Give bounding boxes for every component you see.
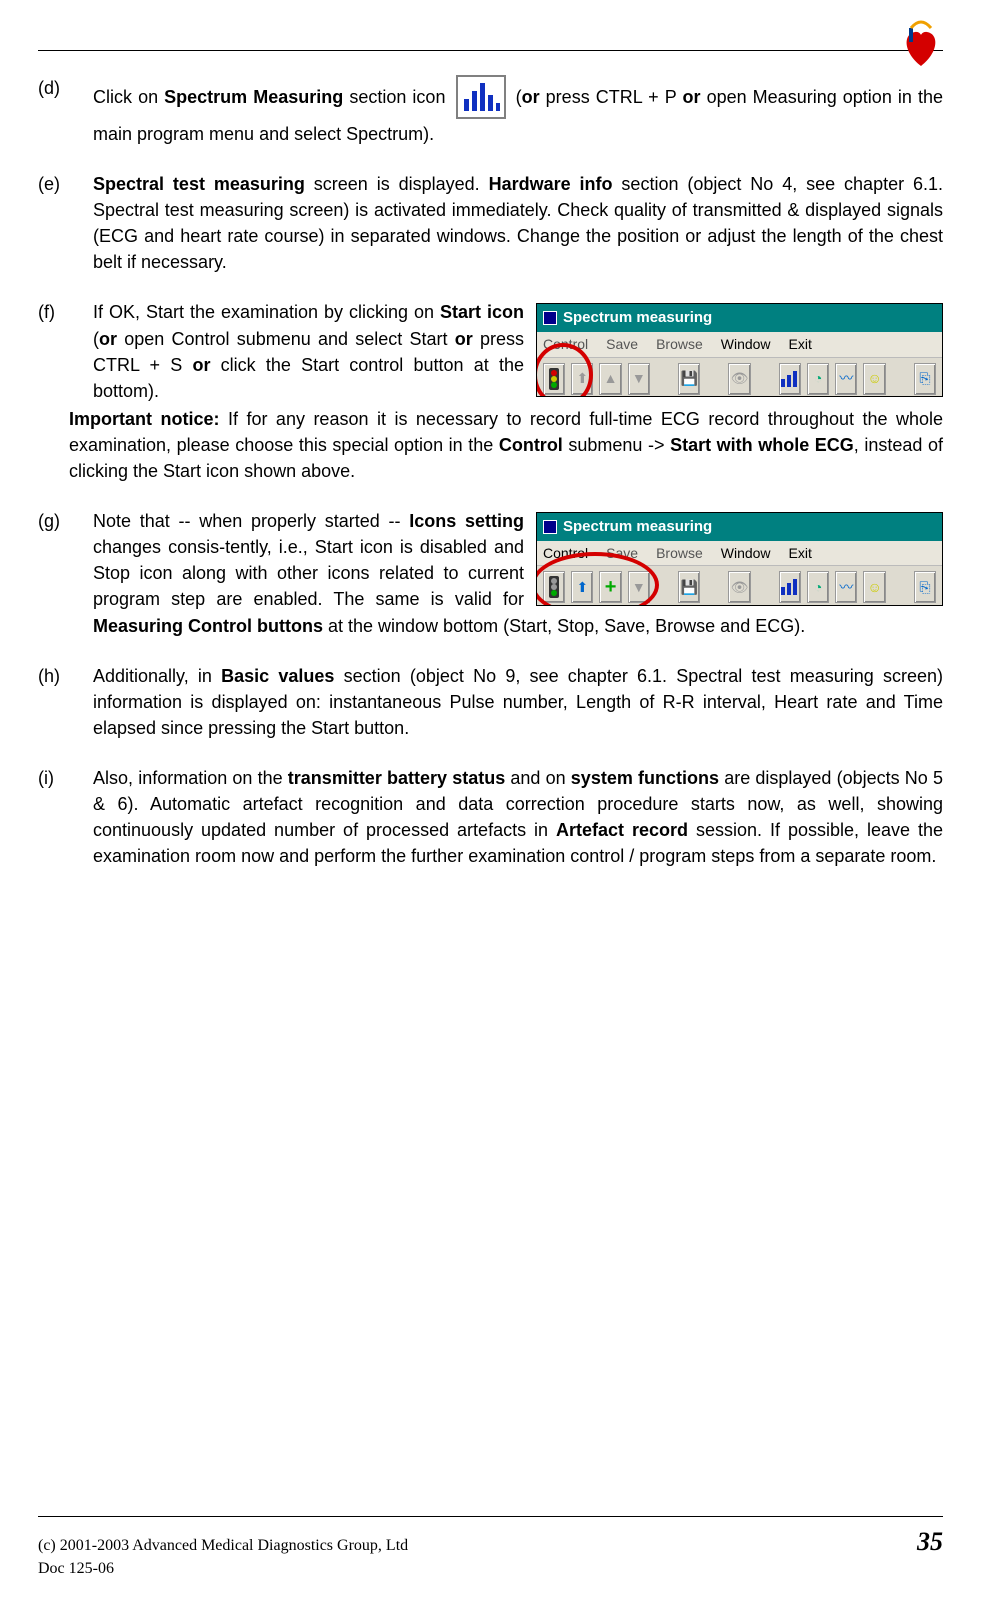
footer-doc: Doc 125-06	[38, 1557, 408, 1580]
menu-exit: Exit	[789, 543, 812, 563]
arrow-down-icon: ▼	[628, 363, 650, 395]
list-item-i: (i) Also, information on the transmitter…	[38, 765, 943, 869]
wave-icon: 〰	[835, 363, 857, 395]
list-item-h: (h) Additionally, in Basic values sectio…	[38, 663, 943, 741]
toolbar-row: ⬆ ▲ ▼ 💾 👁 ◔ 〰 ☺ ⎘	[537, 357, 942, 398]
exit-door-icon: ⎘	[914, 571, 936, 603]
menu-browse: Browse	[656, 334, 703, 354]
page: (d) Click on Spectrum Measuring section …	[38, 50, 943, 1580]
menu-window: Window	[721, 334, 771, 354]
brand-logo	[893, 18, 949, 74]
page-number: 35	[917, 1523, 943, 1561]
menu-bar: Control Save Browse Window Exit	[537, 332, 942, 356]
item-marker: (d)	[38, 75, 93, 147]
bars-icon	[779, 363, 801, 395]
footer-copyright: (c) 2001-2003 Advanced Medical Diagnosti…	[38, 1534, 408, 1557]
spectrum-icon	[456, 75, 506, 119]
item-text: Also, information on the transmitter bat…	[93, 765, 943, 869]
item-marker: (h)	[38, 663, 93, 741]
save-icon: 💾	[678, 363, 700, 395]
smiley-icon: ☺	[863, 363, 885, 395]
app-icon	[543, 311, 557, 325]
app-icon	[543, 520, 557, 534]
list-item-g: (g) Spectrum measuring Control Save Brow…	[38, 508, 943, 638]
menu-browse: Browse	[656, 543, 703, 563]
window-title: Spectrum measuring	[537, 513, 942, 541]
item-text: Additionally, in Basic values section (o…	[93, 663, 943, 741]
bars-icon	[779, 571, 801, 603]
eye-icon: 👁	[728, 571, 750, 603]
item-marker: (e)	[38, 171, 93, 275]
list-item-f: (f) Spectrum measuring Control Save Brow…	[38, 299, 943, 484]
top-rule	[38, 50, 943, 51]
menu-window: Window	[721, 543, 771, 563]
menu-save: Save	[606, 334, 638, 354]
item-text: Click on Spectrum Measuring section icon…	[93, 75, 943, 147]
save-icon: 💾	[678, 571, 700, 603]
item-marker: (g)	[38, 508, 93, 638]
exit-door-icon: ⎘	[914, 363, 936, 395]
wave-icon: 〰	[835, 571, 857, 603]
page-footer: (c) 2001-2003 Advanced Medical Diagnosti…	[38, 1516, 943, 1580]
item-marker: (i)	[38, 765, 93, 869]
toolbar-screenshot-1: Spectrum measuring Control Save Browse W…	[536, 303, 943, 397]
gauge-icon: ◔	[807, 571, 829, 603]
item-text: Spectral test measuring screen is displa…	[93, 171, 943, 275]
smiley-icon: ☺	[863, 571, 885, 603]
list-item-e: (e) Spectral test measuring screen is di…	[38, 171, 943, 275]
important-notice: Important notice: If for any reason it i…	[69, 406, 943, 484]
arrow-up-icon: ▲	[599, 363, 621, 395]
list-item-d: (d) Click on Spectrum Measuring section …	[38, 75, 943, 147]
gauge-icon: ◔	[807, 363, 829, 395]
toolbar-screenshot-2: Spectrum measuring Control Save Browse W…	[536, 512, 943, 606]
eye-icon: 👁	[728, 363, 750, 395]
window-title: Spectrum measuring	[537, 304, 942, 332]
menu-exit: Exit	[789, 334, 812, 354]
